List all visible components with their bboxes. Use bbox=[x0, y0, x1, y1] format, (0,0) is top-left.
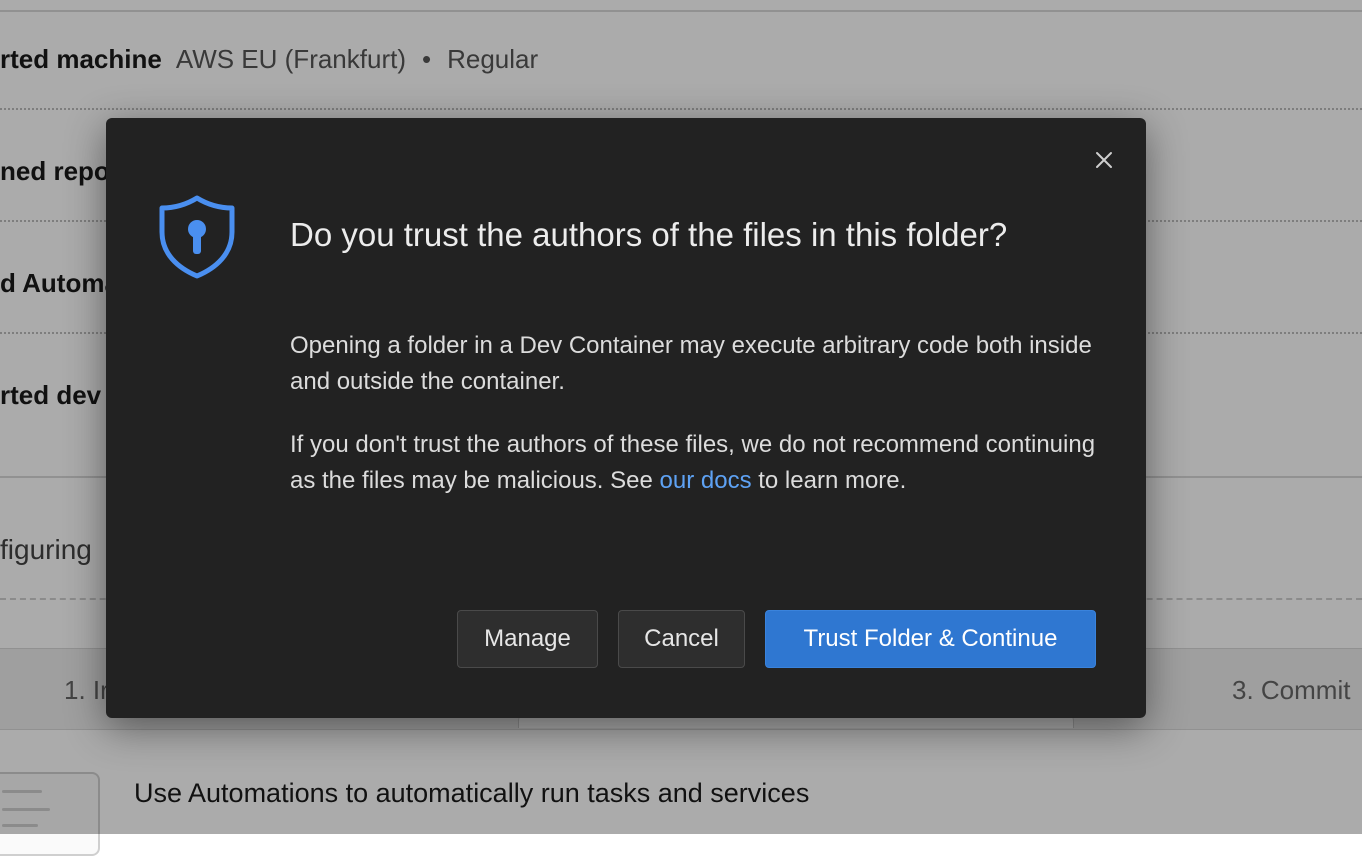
manage-button[interactable]: Manage bbox=[457, 610, 598, 668]
cancel-button[interactable]: Cancel bbox=[618, 610, 745, 668]
dialog-title: Do you trust the authors of the files in… bbox=[290, 216, 1008, 253]
close-button[interactable] bbox=[1088, 144, 1120, 176]
close-icon bbox=[1096, 152, 1112, 168]
recommendation-paragraph: If you don't trust the authors of these … bbox=[290, 427, 1110, 499]
trust-folder-continue-button[interactable]: Trust Folder & Continue bbox=[765, 610, 1096, 668]
recommendation-text-end: to learn more. bbox=[751, 467, 907, 494]
warning-paragraph: Opening a folder in a Dev Container may … bbox=[290, 332, 1092, 395]
trust-folder-dialog: Do you trust the authors of the files in… bbox=[106, 118, 1146, 718]
docs-link[interactable]: our docs bbox=[660, 467, 752, 494]
shield-lock-icon bbox=[159, 195, 235, 279]
